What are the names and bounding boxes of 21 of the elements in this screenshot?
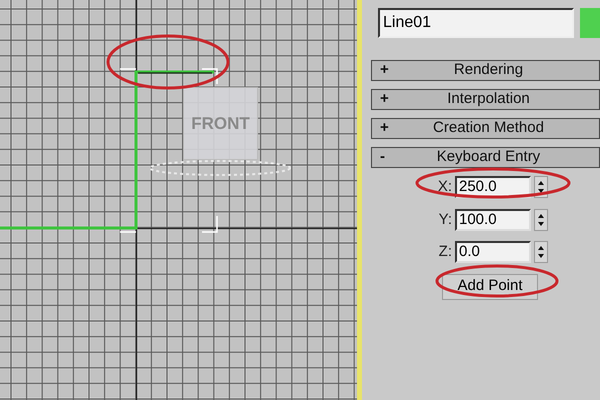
coordinate-field[interactable]: 100.0 <box>455 208 531 231</box>
rollout-title: Creation Method <box>432 118 545 138</box>
field-label: Y: <box>438 210 452 230</box>
rollout-header[interactable]: + Rendering <box>371 60 600 81</box>
expand-sign: + <box>379 89 390 110</box>
rollout-title: Rendering <box>452 60 524 80</box>
spinner-icon[interactable] <box>534 241 548 264</box>
rollout-header[interactable]: + Creation Method <box>371 118 600 139</box>
name-field[interactable]: Line01 <box>378 8 574 38</box>
rollout-title: Interpolation <box>446 89 531 110</box>
rollout-header[interactable]: + Interpolation <box>371 89 600 110</box>
field-label: Z: <box>438 242 452 262</box>
spinner-icon[interactable] <box>534 208 548 231</box>
expand-sign: + <box>379 60 390 80</box>
collapse-sign: - <box>379 147 386 168</box>
field-label: X: <box>436 177 452 197</box>
rollout-header[interactable]: - Keyboard Entry <box>371 147 600 168</box>
coordinate-field[interactable]: 0.0 <box>455 241 531 264</box>
expand-sign: + <box>379 118 390 138</box>
color-swatch[interactable] <box>580 8 600 38</box>
rollout-title: Keyboard Entry <box>436 147 542 168</box>
